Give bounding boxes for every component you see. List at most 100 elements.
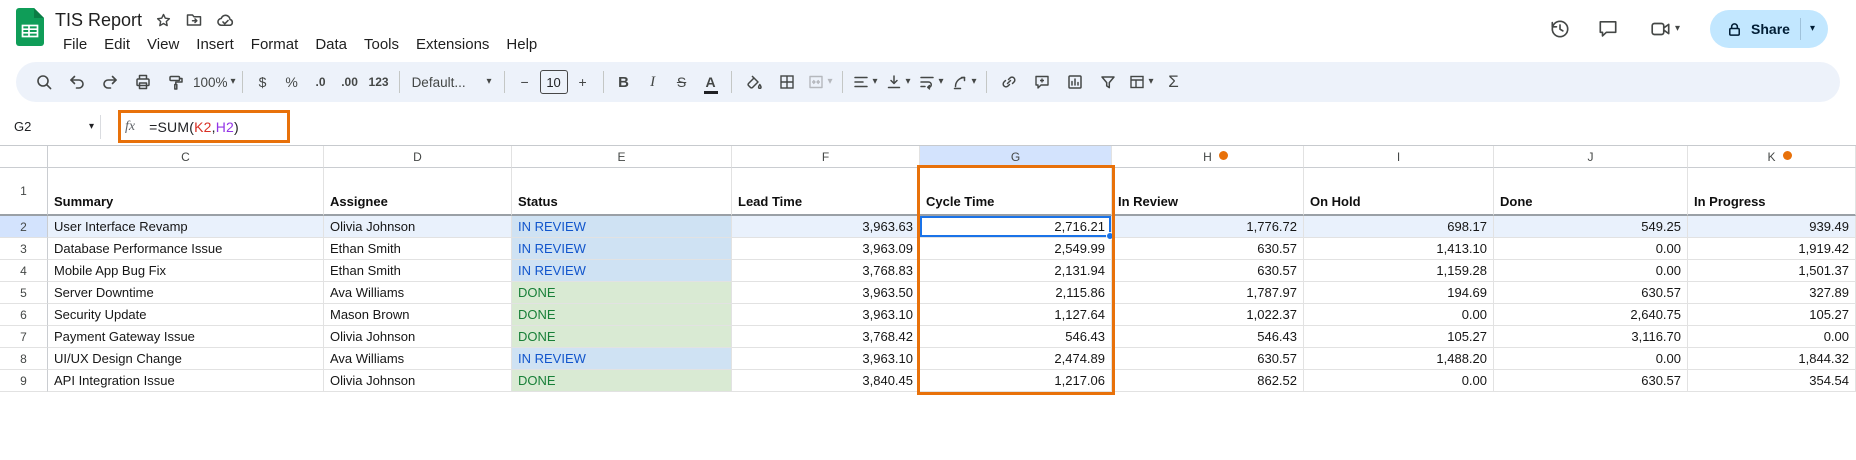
search-menus-button[interactable] [28, 67, 60, 97]
cell-F4[interactable]: 3,768.83 [732, 260, 920, 282]
cell-C7[interactable]: Payment Gateway Issue [48, 326, 324, 348]
cell-J6[interactable]: 2,640.75 [1494, 304, 1688, 326]
header-cell-K[interactable]: In Progress [1688, 168, 1856, 216]
header-cell-E[interactable]: Status [512, 168, 732, 216]
header-cell-I[interactable]: On Hold [1304, 168, 1494, 216]
cell-E8[interactable]: IN REVIEW [512, 348, 732, 370]
cell-D2[interactable]: Olivia Johnson [324, 216, 512, 238]
cell-F6[interactable]: 3,963.10 [732, 304, 920, 326]
cell-F5[interactable]: 3,963.50 [732, 282, 920, 304]
row-header-1[interactable]: 1 [0, 168, 48, 216]
cell-H3[interactable]: 630.57 [1112, 238, 1304, 260]
cell-H9[interactable]: 862.52 [1112, 370, 1304, 392]
menu-view[interactable]: View [139, 34, 187, 55]
functions-button[interactable]: Σ [1158, 67, 1190, 97]
cell-G9[interactable]: 1,217.06 [920, 370, 1112, 392]
strikethrough-button[interactable]: S [668, 67, 696, 97]
percent-format-button[interactable]: % [278, 67, 306, 97]
header-cell-D[interactable]: Assignee [324, 168, 512, 216]
cell-J2[interactable]: 549.25 [1494, 216, 1688, 238]
cell-E7[interactable]: DONE [512, 326, 732, 348]
cell-E5[interactable]: DONE [512, 282, 732, 304]
cell-F8[interactable]: 3,963.10 [732, 348, 920, 370]
cell-I3[interactable]: 1,413.10 [1304, 238, 1494, 260]
cell-I2[interactable]: 698.17 [1304, 216, 1494, 238]
menu-insert[interactable]: Insert [188, 34, 242, 55]
row-header-5[interactable]: 5 [0, 282, 48, 304]
cell-F9[interactable]: 3,840.45 [732, 370, 920, 392]
cell-F7[interactable]: 3,768.42 [732, 326, 920, 348]
more-formats-button[interactable]: 123 [365, 67, 393, 97]
redo-button[interactable] [94, 67, 126, 97]
create-filter-button[interactable] [1092, 67, 1124, 97]
cell-C8[interactable]: UI/UX Design Change [48, 348, 324, 370]
cell-I9[interactable]: 0.00 [1304, 370, 1494, 392]
column-header-G[interactable]: G [920, 146, 1112, 168]
cell-C6[interactable]: Security Update [48, 304, 324, 326]
cell-K4[interactable]: 1,501.37 [1688, 260, 1856, 282]
cell-K5[interactable]: 327.89 [1688, 282, 1856, 304]
italic-button[interactable]: I [639, 67, 667, 97]
cell-C5[interactable]: Server Downtime [48, 282, 324, 304]
row-header-8[interactable]: 8 [0, 348, 48, 370]
fill-handle[interactable] [1106, 232, 1114, 240]
column-header-F[interactable]: F [732, 146, 920, 168]
select-all-corner[interactable] [0, 146, 48, 168]
paint-format-button[interactable] [160, 67, 192, 97]
cell-D6[interactable]: Mason Brown [324, 304, 512, 326]
cell-K6[interactable]: 105.27 [1688, 304, 1856, 326]
cell-D3[interactable]: Ethan Smith [324, 238, 512, 260]
document-status-button[interactable] [216, 11, 235, 30]
cell-J3[interactable]: 0.00 [1494, 238, 1688, 260]
merge-cells-button[interactable] [804, 67, 836, 97]
cell-I5[interactable]: 194.69 [1304, 282, 1494, 304]
column-header-I[interactable]: I [1304, 146, 1494, 168]
bold-button[interactable]: B [610, 67, 638, 97]
row-header-7[interactable]: 7 [0, 326, 48, 348]
cell-C4[interactable]: Mobile App Bug Fix [48, 260, 324, 282]
cell-G7[interactable]: 546.43 [920, 326, 1112, 348]
increase-decimal-button[interactable]: .00 [336, 67, 364, 97]
cell-K8[interactable]: 1,844.32 [1688, 348, 1856, 370]
cell-I4[interactable]: 1,159.28 [1304, 260, 1494, 282]
header-cell-C[interactable]: Summary [48, 168, 324, 216]
header-cell-J[interactable]: Done [1494, 168, 1688, 216]
insert-link-button[interactable] [993, 67, 1025, 97]
share-button[interactable]: Share [1710, 10, 1828, 48]
fill-color-button[interactable] [738, 67, 770, 97]
menu-edit[interactable]: Edit [96, 34, 138, 55]
cell-D9[interactable]: Olivia Johnson [324, 370, 512, 392]
move-button[interactable] [185, 11, 203, 29]
cell-H4[interactable]: 630.57 [1112, 260, 1304, 282]
cell-I7[interactable]: 105.27 [1304, 326, 1494, 348]
cell-H6[interactable]: 1,022.37 [1112, 304, 1304, 326]
cell-J4[interactable]: 0.00 [1494, 260, 1688, 282]
menu-data[interactable]: Data [307, 34, 355, 55]
cell-G2[interactable]: 2,716.21 [920, 216, 1112, 238]
cell-I6[interactable]: 0.00 [1304, 304, 1494, 326]
cell-H8[interactable]: 630.57 [1112, 348, 1304, 370]
sheets-logo-icon[interactable] [16, 8, 44, 46]
cell-C3[interactable]: Database Performance Issue [48, 238, 324, 260]
cell-C2[interactable]: User Interface Revamp [48, 216, 324, 238]
row-header-2[interactable]: 2 [0, 216, 48, 238]
header-cell-H[interactable]: In Review [1112, 168, 1304, 216]
cell-E3[interactable]: IN REVIEW [512, 238, 732, 260]
text-color-button[interactable]: A [697, 67, 725, 97]
cell-D8[interactable]: Ava Williams [324, 348, 512, 370]
cell-G5[interactable]: 2,115.86 [920, 282, 1112, 304]
table-button[interactable] [1125, 67, 1157, 97]
cell-G6[interactable]: 1,127.64 [920, 304, 1112, 326]
cell-F3[interactable]: 3,963.09 [732, 238, 920, 260]
cell-K2[interactable]: 939.49 [1688, 216, 1856, 238]
cell-I8[interactable]: 1,488.20 [1304, 348, 1494, 370]
column-header-K[interactable]: K [1688, 146, 1856, 168]
vertical-align-button[interactable] [882, 67, 914, 97]
formula-input[interactable]: =SUM(K2,H2) [149, 119, 239, 135]
cell-G8[interactable]: 2,474.89 [920, 348, 1112, 370]
menu-format[interactable]: Format [243, 34, 307, 55]
horizontal-align-button[interactable] [849, 67, 881, 97]
cell-D7[interactable]: Olivia Johnson [324, 326, 512, 348]
cell-G3[interactable]: 2,549.99 [920, 238, 1112, 260]
decrease-decimal-button[interactable]: .0 [307, 67, 335, 97]
